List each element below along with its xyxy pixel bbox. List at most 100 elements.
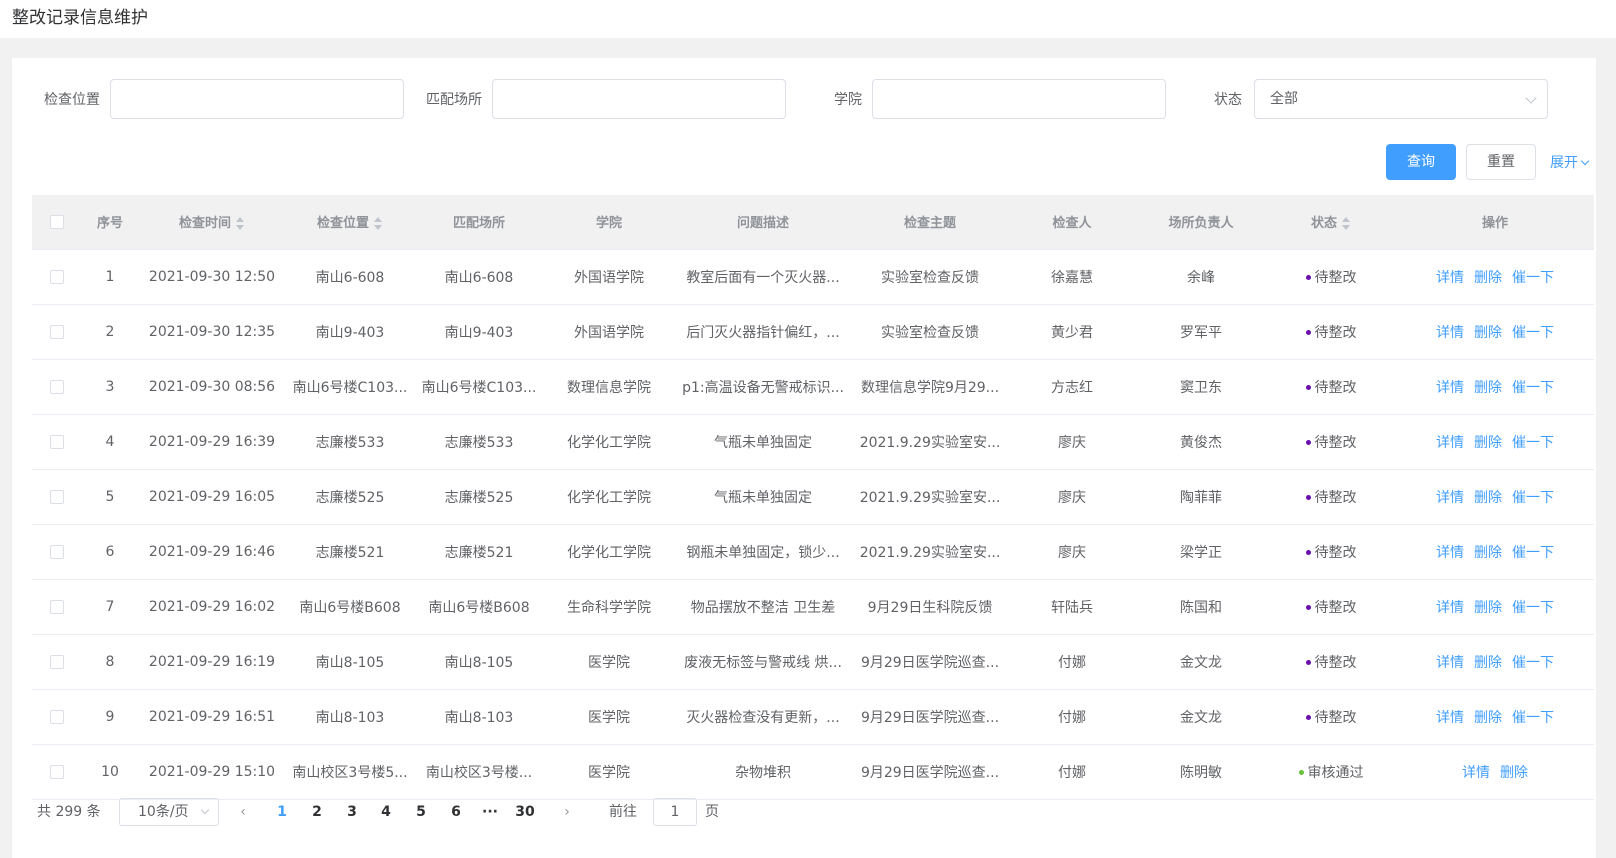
cell-ops: 详情 删除 催一下 xyxy=(1396,469,1594,525)
status-select[interactable]: 全部 xyxy=(1254,79,1548,119)
detail-link[interactable]: 详情 xyxy=(1436,270,1464,286)
col-header-location[interactable]: 检查位置 xyxy=(286,195,414,250)
query-button[interactable]: 查询 xyxy=(1386,144,1456,180)
goto-label: 前往 xyxy=(609,804,637,820)
status-dot-icon xyxy=(1305,440,1311,445)
remind-link[interactable]: 催一下 xyxy=(1512,600,1554,616)
col-header: 检查主题 xyxy=(852,195,1008,250)
row-checkbox[interactable] xyxy=(50,654,64,669)
status-text: 待整改 xyxy=(1314,434,1357,451)
remind-link[interactable]: 催一下 xyxy=(1512,325,1554,341)
expand-link[interactable]: 展开 xyxy=(1550,152,1590,172)
page-number[interactable]: 5 xyxy=(406,796,436,828)
select-all-cell xyxy=(32,195,82,250)
cell-ops: 详情 删除 催一下 xyxy=(1396,414,1594,470)
reset-button[interactable]: 重置 xyxy=(1466,144,1536,180)
cell-owner: 梁学正 xyxy=(1136,524,1266,580)
page-size-select[interactable]: 10条/页 xyxy=(119,798,219,826)
detail-link[interactable]: 详情 xyxy=(1436,490,1464,506)
row-checkbox[interactable] xyxy=(50,434,64,449)
expand-label: 展开 xyxy=(1550,155,1578,171)
remind-link[interactable]: 催一下 xyxy=(1512,380,1554,396)
detail-link[interactable]: 详情 xyxy=(1436,710,1464,726)
detail-link[interactable]: 详情 xyxy=(1436,600,1464,616)
col-header-time[interactable]: 检查时间 xyxy=(138,195,286,250)
detail-link[interactable]: 详情 xyxy=(1436,435,1464,451)
cell-ops: 详情 删除 催一下 xyxy=(1396,524,1594,580)
page-number[interactable]: 2 xyxy=(302,796,332,828)
delete-link[interactable]: 删除 xyxy=(1474,490,1502,506)
cell-owner: 窦卫东 xyxy=(1136,359,1266,415)
row-checkbox[interactable] xyxy=(50,709,64,724)
college-input[interactable] xyxy=(872,79,1166,119)
row-checkbox[interactable] xyxy=(50,764,64,779)
row-select-cell xyxy=(32,524,82,580)
place-input[interactable] xyxy=(492,79,786,119)
prev-page-button[interactable]: ‹ xyxy=(233,796,253,828)
cell-topic: 2021.9.29实验室安... xyxy=(852,469,1008,525)
cell-inspector: 方志红 xyxy=(1008,359,1136,415)
table-row: 5 2021-09-29 16:05 志廉楼525 志廉楼525 化学化工学院 气瓶未单独… xyxy=(32,469,1594,525)
delete-link[interactable]: 删除 xyxy=(1474,545,1502,561)
cell-time: 2021-09-29 16:39 xyxy=(138,414,286,470)
pagination: 共 299 条 10条/页 ‹ 1 2 3 4 5 6 ··· 30 › 前往 1 页 xyxy=(37,796,937,828)
table-row: 8 2021-09-29 16:19 南山8-105 南山8-105 医学院 废液无标签与… xyxy=(32,634,1594,690)
row-checkbox[interactable] xyxy=(50,544,64,559)
next-page-button[interactable]: › xyxy=(557,796,577,828)
page-number[interactable]: 1 xyxy=(267,796,297,828)
row-checkbox[interactable] xyxy=(50,599,64,614)
delete-link[interactable]: 删除 xyxy=(1474,710,1502,726)
row-checkbox[interactable] xyxy=(50,269,64,284)
remind-link[interactable]: 催一下 xyxy=(1512,710,1554,726)
row-checkbox[interactable] xyxy=(50,379,64,394)
page-number[interactable]: 6 xyxy=(441,796,471,828)
remind-link[interactable]: 催一下 xyxy=(1512,435,1554,451)
cell-desc: p1:高温设备无警戒标识... xyxy=(674,359,852,415)
cell-place: 南山8-105 xyxy=(414,634,544,690)
detail-link[interactable]: 详情 xyxy=(1436,545,1464,561)
status-dot-icon xyxy=(1305,605,1311,610)
delete-link[interactable]: 删除 xyxy=(1474,655,1502,671)
cell-location: 南山校区3号楼5... xyxy=(286,744,414,800)
cell-time: 2021-09-29 16:19 xyxy=(138,634,286,690)
remind-link[interactable]: 催一下 xyxy=(1512,490,1554,506)
delete-link[interactable]: 删除 xyxy=(1474,380,1502,396)
col-header-status[interactable]: 状态 xyxy=(1266,195,1396,250)
remind-link[interactable]: 催一下 xyxy=(1512,270,1554,286)
detail-link[interactable]: 详情 xyxy=(1436,655,1464,671)
delete-link[interactable]: 删除 xyxy=(1500,765,1528,781)
page-number[interactable]: 4 xyxy=(371,796,401,828)
page-number[interactable]: 30 xyxy=(510,796,540,828)
col-header: 匹配场所 xyxy=(414,195,544,250)
select-all-checkbox[interactable] xyxy=(50,214,64,229)
row-checkbox[interactable] xyxy=(50,489,64,504)
location-input[interactable] xyxy=(110,79,404,119)
remind-link[interactable]: 催一下 xyxy=(1512,655,1554,671)
cell-no: 5 xyxy=(82,469,138,525)
delete-link[interactable]: 删除 xyxy=(1474,270,1502,286)
delete-link[interactable]: 删除 xyxy=(1474,435,1502,451)
detail-link[interactable]: 详情 xyxy=(1436,380,1464,396)
sort-icon[interactable] xyxy=(235,216,245,231)
goto-page-input[interactable]: 1 xyxy=(653,798,697,826)
cell-ops: 详情 删除 催一下 xyxy=(1396,689,1594,745)
delete-link[interactable]: 删除 xyxy=(1474,600,1502,616)
detail-link[interactable]: 详情 xyxy=(1436,325,1464,341)
page-ellipsis[interactable]: ··· xyxy=(475,796,505,828)
delete-link[interactable]: 删除 xyxy=(1474,325,1502,341)
sort-icon[interactable] xyxy=(1341,216,1351,231)
cell-location: 南山6-608 xyxy=(286,249,414,305)
table-row: 3 2021-09-30 08:56 南山6号楼C103... 南山6号楼C103..… xyxy=(32,359,1594,415)
cell-college: 外国语学院 xyxy=(544,249,674,305)
cell-place: 南山8-103 xyxy=(414,689,544,745)
cell-inspector: 付娜 xyxy=(1008,689,1136,745)
cell-owner: 黄俊杰 xyxy=(1136,414,1266,470)
page-number[interactable]: 3 xyxy=(337,796,367,828)
cell-topic: 2021.9.29实验室安... xyxy=(852,414,1008,470)
sort-icon[interactable] xyxy=(373,216,383,231)
remind-link[interactable]: 催一下 xyxy=(1512,545,1554,561)
row-checkbox[interactable] xyxy=(50,324,64,339)
cell-desc: 气瓶未单独固定 xyxy=(674,469,852,525)
col-header: 序号 xyxy=(82,195,138,250)
detail-link[interactable]: 详情 xyxy=(1462,765,1490,781)
